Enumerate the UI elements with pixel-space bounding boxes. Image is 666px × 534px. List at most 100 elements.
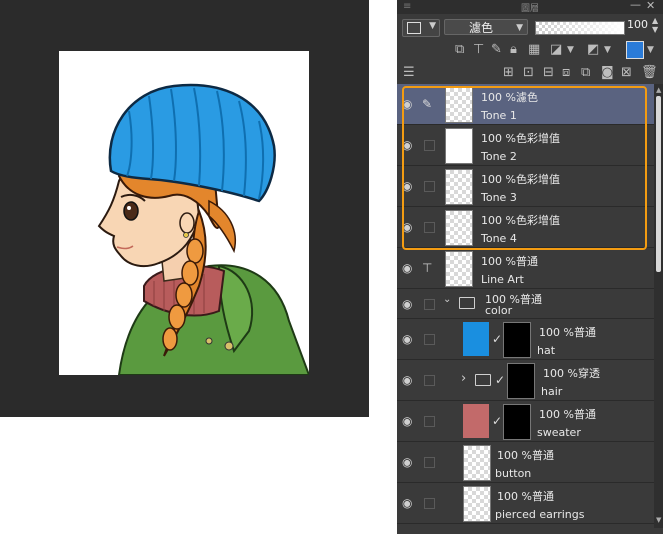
eye-icon[interactable]: ◉ (402, 97, 412, 111)
edit-toggle[interactable] (424, 299, 435, 310)
check-icon: ✓ (492, 414, 503, 428)
eye-icon[interactable]: ◉ (402, 220, 412, 234)
mask-icon[interactable]: ◪ (550, 43, 562, 57)
new-folder-icon[interactable]: ⊟ (543, 66, 554, 80)
edit-toggle[interactable] (424, 181, 435, 192)
canvas-paper[interactable] (59, 51, 309, 375)
layer-toolbar-top: ▼ 濾色 ▼ 100 ▲ ▼ (397, 15, 663, 39)
mask-thumbnail (503, 322, 531, 358)
ruler-dropdown-icon[interactable]: ▼ (604, 43, 611, 57)
canvas-area[interactable] (0, 0, 369, 417)
layer-row-tone-4[interactable]: ◉ 100 %色彩增值 Tone 4 (397, 207, 654, 248)
combine-down-icon[interactable]: ⧉ (581, 66, 590, 80)
new-vector-layer-icon[interactable]: ⊡ (523, 66, 534, 80)
layer-color-dropdown-icon[interactable]: ▼ (647, 43, 654, 57)
opacity-value[interactable]: 100 (627, 18, 648, 31)
layer-name: hat (537, 344, 556, 357)
chevron-right-icon[interactable]: › (461, 371, 466, 386)
layer-row-tone-1[interactable]: ◉ ✎ 100 %濾色 Tone 1 (397, 84, 654, 125)
layer-thumbnail (445, 87, 473, 123)
illustration (97, 83, 309, 375)
layer-name: Tone 3 (481, 191, 517, 204)
layer-row-tone-2[interactable]: ◉ 100 %色彩增值 Tone 2 (397, 125, 654, 166)
lock-transparency-icon[interactable]: ▦ (528, 43, 540, 57)
hat-color-chip (463, 322, 489, 356)
eye-icon[interactable]: ◉ (402, 261, 412, 275)
mask-thumbnail (503, 404, 531, 440)
layer-row-tone-3[interactable]: ◉ 100 %色彩增值 Tone 3 (397, 166, 654, 207)
scroll-down-icon[interactable]: ▼ (656, 516, 661, 524)
pen-icon[interactable]: ✎ (422, 97, 434, 111)
layer-blend-label: 100 %普通 (539, 408, 596, 421)
eye-icon[interactable]: ◉ (402, 455, 412, 469)
layer-row-line-art[interactable]: ◉ ⊤ 100 %普通 Line Art (397, 248, 654, 289)
layer-blend-label: 100 %穿透 (543, 367, 600, 380)
edit-toggle[interactable] (424, 334, 435, 345)
apply-mask-icon[interactable]: ⊠ (621, 66, 632, 80)
minimize-icon[interactable]: — (630, 0, 641, 11)
edit-toggle[interactable] (424, 416, 435, 427)
ruler-icon[interactable]: ◩ (587, 43, 599, 57)
eye-icon[interactable]: ◉ (402, 179, 412, 193)
edit-toggle[interactable] (424, 222, 435, 233)
close-icon[interactable]: ✕ (646, 0, 655, 12)
layer-thumbnail (463, 445, 491, 481)
layer-blend-label: 100 %濾色 (481, 91, 538, 104)
opacity-slider-fill (536, 22, 624, 34)
layer-row-button[interactable]: ◉ 100 %普通 button (397, 442, 654, 483)
layer-toolbar-bottom: ☰ ⊞ ⊡ ⊟ ⧈ ⧉ ◙ ⊠ 🗑︎ (397, 63, 663, 83)
opacity-spinner-icon[interactable]: ▲ ▼ (652, 16, 658, 34)
panel-titlebar: ≡ 圖層 — ✕ (397, 0, 663, 14)
layer-name: Tone 4 (481, 232, 517, 245)
chevron-down-icon[interactable]: ⌄ (443, 294, 451, 305)
blend-mode-select[interactable]: 濾色 ▼ (444, 19, 528, 35)
layer-name: Tone 2 (481, 150, 517, 163)
layer-name: pierced earrings (495, 508, 585, 521)
eye-icon[interactable]: ◉ (402, 297, 412, 311)
layer-thumbnail (445, 128, 473, 164)
layer-thumbnail (463, 486, 491, 522)
layer-scrollbar[interactable]: ▲ ▼ (654, 84, 663, 528)
draft-layer-icon[interactable]: ✎ (491, 43, 502, 57)
new-raster-layer-icon[interactable]: ⊞ (503, 66, 514, 80)
layer-list-icon[interactable]: ☰ (403, 66, 415, 80)
eye-icon[interactable]: ◉ (402, 138, 412, 152)
edit-toggle[interactable] (424, 375, 435, 386)
transfer-down-icon[interactable]: ⧈ (562, 66, 570, 80)
layer-row-pierced-earrings[interactable]: ◉ 100 %普通 pierced earrings (397, 483, 654, 524)
lock-icon[interactable]: 🔒︎ (510, 43, 517, 57)
layer-row-hair[interactable]: ◉ › ✓ 100 %穿透 hair (397, 360, 654, 401)
reference-layer-icon[interactable]: ⊤ (473, 43, 484, 57)
chevron-down-icon: ▼ (429, 21, 436, 31)
eye-icon[interactable]: ◉ (402, 414, 412, 428)
layer-name: hair (541, 385, 563, 398)
sweater-color-chip (463, 404, 489, 438)
eye-icon[interactable]: ◉ (402, 332, 412, 346)
check-icon: ✓ (492, 332, 503, 346)
panel-title: 圖層 (520, 4, 539, 14)
layer-name: sweater (537, 426, 581, 439)
layer-row-hat[interactable]: ◉ ✓ 100 %普通 hat (397, 319, 654, 360)
layer-name: Line Art (481, 273, 524, 286)
layer-row-sweater[interactable]: ◉ ✓ 100 %普通 sweater (397, 401, 654, 442)
layer-list: ◉ ✎ 100 %濾色 Tone 1 ◉ 100 %色彩增值 Tone 2 ◉ … (397, 84, 654, 528)
clip-layer-icon[interactable]: ⧉ (455, 43, 464, 57)
scroll-thumb[interactable] (656, 96, 661, 272)
mask-dropdown-icon[interactable]: ▼ (567, 43, 574, 57)
trash-icon[interactable]: 🗑︎ (641, 66, 658, 80)
layer-blend-label: 100 %普通 (539, 326, 596, 339)
layer-toolbar-mid: ⧉ ⊤ ✎ 🔒︎ ▦ ◪ ▼ ◩ ▼ ▼ (397, 40, 663, 62)
layer-color-toggle[interactable]: ▼ (402, 19, 440, 37)
reference-layer-icon: ⊤ (422, 261, 433, 275)
layer-row-color-folder[interactable]: ◉ ⌄ 100 %普通 color (397, 289, 654, 319)
mask-create-icon[interactable]: ◙ (601, 66, 614, 80)
opacity-slider[interactable] (535, 21, 625, 35)
edit-toggle[interactable] (424, 457, 435, 468)
eye-icon[interactable]: ◉ (402, 496, 412, 510)
layer-color-icon[interactable] (626, 41, 644, 59)
eye-icon[interactable]: ◉ (402, 373, 412, 387)
edit-toggle[interactable] (424, 140, 435, 151)
scroll-up-icon[interactable]: ▲ (656, 86, 661, 94)
edit-toggle[interactable] (424, 498, 435, 509)
layer-thumbnail (445, 169, 473, 205)
